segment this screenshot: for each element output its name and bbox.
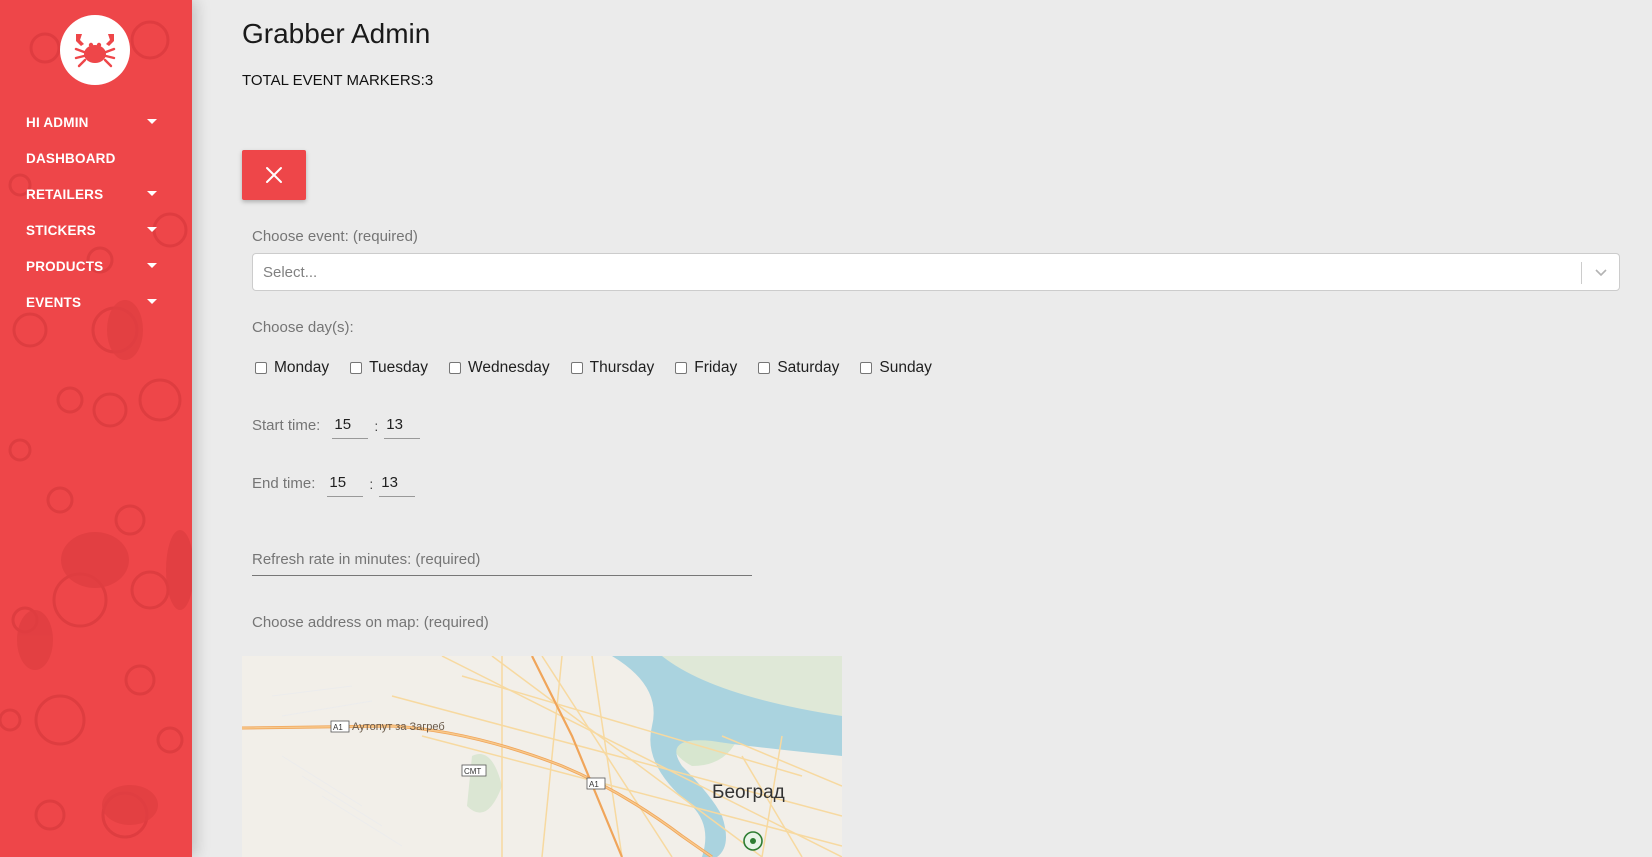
sidebar-item-stickers[interactable]: STICKERS xyxy=(0,212,192,248)
crab-logo[interactable] xyxy=(60,15,130,85)
day-label: Saturday xyxy=(777,359,840,376)
close-button[interactable] xyxy=(242,150,306,200)
smt-badge: СМТ xyxy=(464,767,481,776)
event-select[interactable]: Select... xyxy=(252,253,1620,291)
event-select-placeholder: Select... xyxy=(263,264,318,281)
caret-down-icon xyxy=(147,119,157,124)
day-label: Monday xyxy=(274,359,330,376)
caret-down-icon xyxy=(147,191,157,196)
day-monday[interactable]: Monday xyxy=(252,359,329,377)
city-label: Београд xyxy=(712,782,785,803)
highway-badge-a1-2: A1 xyxy=(589,780,599,789)
main-content: Grabber Admin TOTAL EVENT MARKERS:3 Choo… xyxy=(192,0,1652,857)
day-wednesday[interactable]: Wednesday xyxy=(446,359,550,377)
end-minute-input[interactable]: 13 xyxy=(379,474,416,497)
choose-event-label: Choose event: (required) xyxy=(252,228,418,245)
sidebar-item-events[interactable]: EVENTS xyxy=(0,284,192,320)
day-tuesday[interactable]: Tuesday xyxy=(347,359,428,377)
sidebar-item-label: STICKERS xyxy=(26,222,96,238)
checkbox[interactable] xyxy=(758,362,771,374)
caret-down-icon xyxy=(147,299,157,304)
sidebar-item-products[interactable]: PRODUCTS xyxy=(0,248,192,284)
refresh-rate-input[interactable]: Refresh rate in minutes: (required) xyxy=(252,548,752,576)
sidebar-item-dashboard[interactable]: DASHBOARD xyxy=(0,140,192,176)
checkbox[interactable] xyxy=(860,362,873,374)
choose-address-label: Choose address on map: (required) xyxy=(252,614,489,631)
start-minute-input[interactable]: 13 xyxy=(384,416,421,439)
start-time-row: Start time: 15 : 13 xyxy=(252,416,421,439)
day-thursday[interactable]: Thursday xyxy=(568,359,655,377)
time-separator: : xyxy=(369,476,374,492)
day-sunday[interactable]: Sunday xyxy=(857,359,932,377)
map-tiles: A1 Аутопут за Загреб СМТ A1 Београд xyxy=(242,656,842,857)
sidebar-item-label: RETAILERS xyxy=(26,186,104,202)
day-saturday[interactable]: Saturday xyxy=(755,359,839,377)
crab-icon xyxy=(74,34,116,68)
page-title: Grabber Admin xyxy=(242,18,431,49)
sidebar-item-label: EVENTS xyxy=(26,294,82,310)
chevron-down-icon[interactable] xyxy=(1593,264,1609,280)
day-label: Thursday xyxy=(589,359,655,376)
highway-name-label: Аутопут за Загреб xyxy=(352,721,445,733)
sidebar-item-label: PRODUCTS xyxy=(26,258,104,274)
checkbox[interactable] xyxy=(675,362,688,374)
choose-days-label: Choose day(s): xyxy=(252,319,354,336)
time-separator: : xyxy=(374,418,379,434)
day-friday[interactable]: Friday xyxy=(672,359,737,377)
day-label: Wednesday xyxy=(468,359,550,376)
address-map[interactable]: A1 Аутопут за Загреб СМТ A1 Београд xyxy=(242,656,842,857)
refresh-rate-placeholder: Refresh rate in minutes: (required) xyxy=(252,551,481,568)
days-checkbox-group: Monday Tuesday Wednesday Thursday Friday… xyxy=(252,358,950,378)
start-hour-input[interactable]: 15 xyxy=(332,416,369,439)
checkbox[interactable] xyxy=(449,362,462,374)
caret-down-icon xyxy=(147,227,157,232)
sidebar-item-label: HI ADMIN xyxy=(26,114,89,130)
day-label: Friday xyxy=(694,359,738,376)
highway-badge-a1: A1 xyxy=(333,723,343,732)
sidebar-nav: HI ADMIN DASHBOARD RETAILERS STICKERS PR… xyxy=(0,104,192,320)
total-event-markers: TOTAL EVENT MARKERS:3 xyxy=(242,72,434,89)
sidebar-item-retailers[interactable]: RETAILERS xyxy=(0,176,192,212)
caret-down-icon xyxy=(147,263,157,268)
close-icon xyxy=(266,167,282,183)
sidebar: HI ADMIN DASHBOARD RETAILERS STICKERS PR… xyxy=(0,0,192,857)
day-label: Sunday xyxy=(879,359,932,376)
end-time-row: End time: 15 : 13 xyxy=(252,474,416,497)
checkbox[interactable] xyxy=(350,362,363,374)
sidebar-item-hi-admin[interactable]: HI ADMIN xyxy=(0,104,192,140)
checkbox[interactable] xyxy=(570,362,583,374)
select-separator xyxy=(1581,262,1582,284)
end-hour-input[interactable]: 15 xyxy=(327,474,364,497)
checkbox[interactable] xyxy=(255,362,267,374)
day-label: Tuesday xyxy=(369,359,429,376)
sidebar-item-label: DASHBOARD xyxy=(26,150,116,166)
start-time-label: Start time: xyxy=(252,417,321,434)
end-time-label: End time: xyxy=(252,475,316,492)
